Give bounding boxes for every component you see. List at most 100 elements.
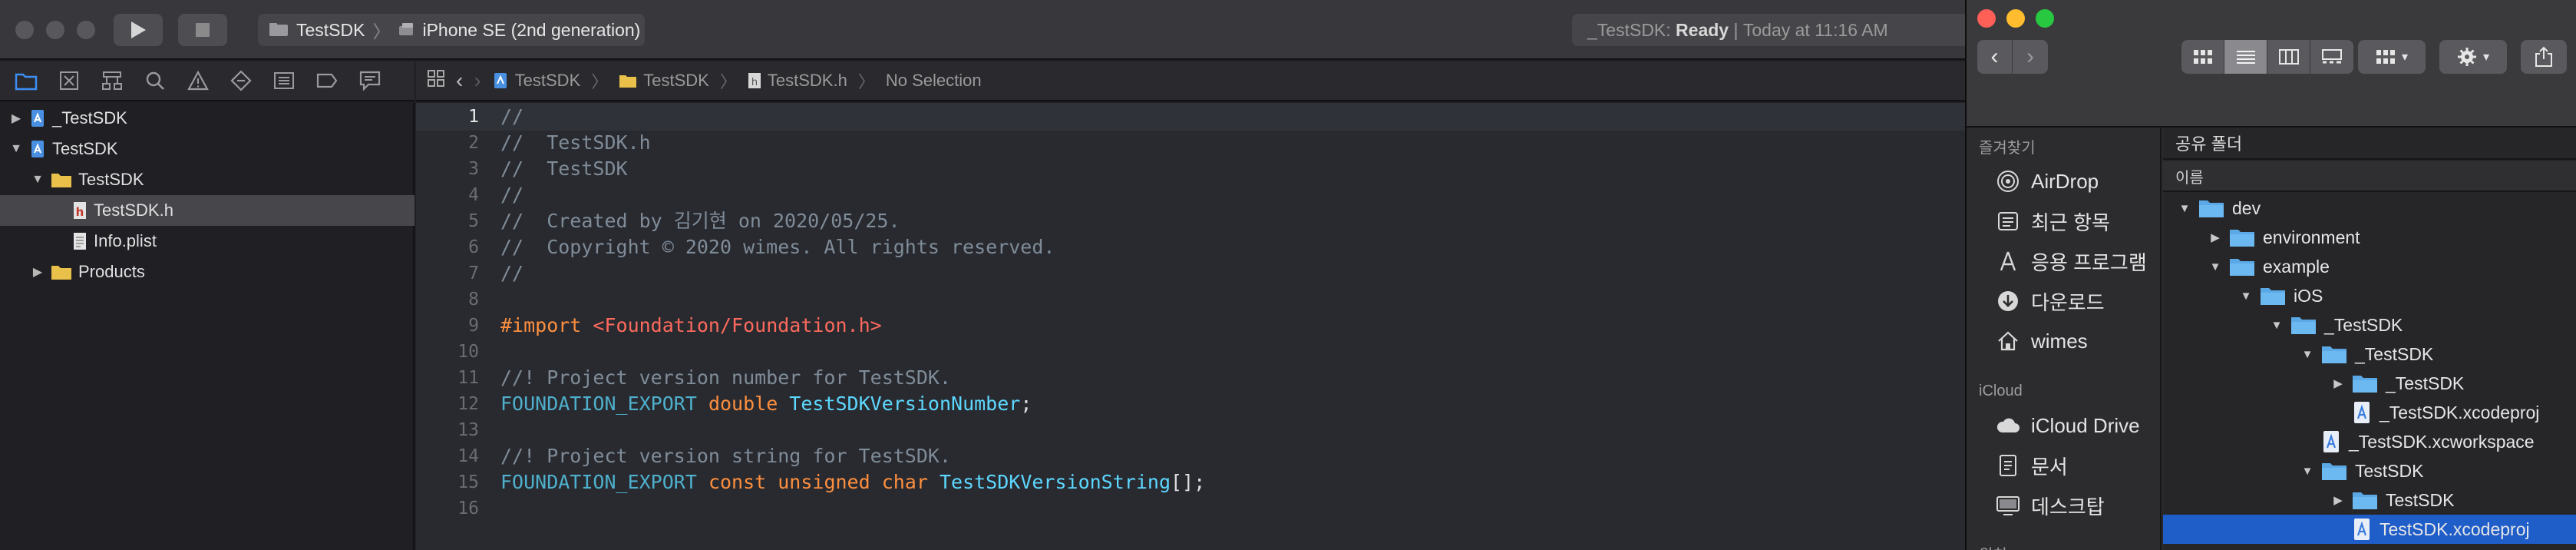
disclosure-open-icon[interactable]: ▼ bbox=[2238, 288, 2254, 303]
navigator-item[interactable]: Info.plist bbox=[0, 226, 414, 257]
code-line[interactable]: 11 //! Project version number for TestSDK… bbox=[416, 364, 1965, 392]
file-row[interactable]: ▶ _TestSDK bbox=[2163, 369, 2576, 398]
file-row[interactable]: ▼ dev bbox=[2163, 194, 2576, 223]
file-row[interactable]: ▼ _TestSDK bbox=[2163, 310, 2576, 340]
disclosure-closed-icon[interactable]: ▶ bbox=[2330, 376, 2346, 391]
report-navigator-tab[interactable] bbox=[355, 65, 385, 96]
folder-icon bbox=[2229, 257, 2255, 277]
file-row[interactable]: ▶ TestSDK bbox=[2163, 485, 2576, 515]
file-row[interactable]: ▼ _TestSDK bbox=[2163, 340, 2576, 369]
minimize-window-button[interactable] bbox=[46, 21, 64, 39]
navigator-item[interactable]: ▼ TestSDK bbox=[0, 164, 414, 195]
code-line[interactable]: 14 //! Project version string for TestSDK… bbox=[416, 442, 1965, 470]
navigator-item[interactable]: ▶ _TestSDK bbox=[0, 103, 414, 134]
folder-icon bbox=[51, 171, 72, 188]
code-line[interactable]: 5 // Created by 김기현 on 2020/05/25. bbox=[416, 207, 1965, 235]
disclosure-closed-icon[interactable]: ▶ bbox=[2330, 492, 2346, 508]
icon-view-button[interactable] bbox=[2181, 40, 2224, 74]
disclosure-open-icon[interactable]: ▼ bbox=[8, 141, 25, 157]
breadcrumb-symbol[interactable]: No Selection bbox=[886, 71, 982, 91]
file-row[interactable]: ▼ iOS bbox=[2163, 281, 2576, 310]
share-button[interactable] bbox=[2521, 40, 2567, 74]
disclosure-closed-icon[interactable]: ▶ bbox=[8, 110, 25, 127]
run-button[interactable] bbox=[114, 14, 163, 46]
disclosure-open-icon[interactable]: ▼ bbox=[29, 171, 46, 188]
file-row[interactable]: ▼ TestSDK bbox=[2163, 456, 2576, 485]
source-control-navigator-tab[interactable] bbox=[54, 65, 84, 96]
code-line[interactable]: 9 #import <Foundation/Foundation.h> bbox=[416, 312, 1965, 340]
breadcrumb-group[interactable]: TestSDK bbox=[619, 71, 709, 91]
code-line[interactable]: 15 FOUNDATION_EXPORT const unsigned char … bbox=[416, 469, 1965, 496]
code-line[interactable]: 16 bbox=[416, 495, 1965, 522]
related-items-icon[interactable] bbox=[427, 69, 445, 92]
sidebar-item-home[interactable]: wimes bbox=[1994, 324, 2088, 358]
code-line[interactable]: 6 // Copyright © 2020 wimes. All rights r… bbox=[416, 234, 1965, 261]
zoom-window-button[interactable] bbox=[77, 21, 95, 39]
file-row[interactable]: _TestSDK.xcworkspace bbox=[2163, 427, 2576, 456]
scheme-selector[interactable]: TestSDK 〉 iPhone SE (2nd generation) bbox=[258, 14, 645, 46]
column-view-button[interactable] bbox=[2267, 40, 2310, 74]
symbol-navigator-tab[interactable] bbox=[97, 65, 127, 96]
minimize-window-button[interactable] bbox=[2006, 9, 2025, 28]
source-editor[interactable]: 1 // 2 // TestSDK.h 3 // TestSDK 4 // 5 // Create… bbox=[416, 103, 1965, 550]
project-navigator-tab[interactable] bbox=[11, 65, 41, 96]
back-button[interactable]: ‹ bbox=[1977, 40, 2013, 74]
code-line[interactable]: 3 // TestSDK bbox=[416, 155, 1965, 183]
close-window-button[interactable] bbox=[1977, 9, 1996, 28]
sidebar-item-downloads[interactable]: 다운로드 bbox=[1994, 284, 2105, 318]
code-line[interactable]: 1 // bbox=[416, 103, 1965, 131]
code-line[interactable]: 12 FOUNDATION_EXPORT double TestSDKVersio… bbox=[416, 390, 1965, 418]
test-navigator-tab[interactable] bbox=[226, 65, 256, 96]
code-line[interactable]: 10 bbox=[416, 338, 1965, 366]
list-view-button[interactable] bbox=[2224, 40, 2267, 74]
action-menu-button[interactable]: ▾ bbox=[2439, 40, 2507, 74]
column-header-name[interactable]: 이름 bbox=[2163, 161, 2576, 192]
stop-button[interactable] bbox=[178, 14, 227, 46]
code-line[interactable]: 8 bbox=[416, 286, 1965, 313]
disclosure-closed-icon[interactable]: ▶ bbox=[29, 263, 46, 280]
breakpoint-navigator-tab[interactable] bbox=[312, 65, 342, 96]
breadcrumb-file[interactable]: h TestSDK.h bbox=[748, 71, 847, 91]
forward-button[interactable]: › bbox=[2013, 40, 2048, 74]
sidebar-section-icloud: iCloud bbox=[1979, 383, 2023, 399]
navigator-item[interactable]: ▶ Products bbox=[0, 257, 414, 287]
file-row[interactable]: ▼ example bbox=[2163, 252, 2576, 281]
disclosure-closed-icon[interactable]: ▶ bbox=[2208, 230, 2223, 245]
breadcrumb-project[interactable]: TestSDK bbox=[492, 71, 580, 91]
disclosure-open-icon[interactable]: ▼ bbox=[2269, 317, 2284, 333]
gallery-view-button[interactable] bbox=[2310, 40, 2353, 74]
sidebar-item-desktop[interactable]: 데스크탑 bbox=[1994, 489, 2105, 522]
group-by-button[interactable]: ▾ bbox=[2358, 40, 2426, 74]
disclosure-open-icon[interactable]: ▼ bbox=[2300, 463, 2315, 479]
sidebar-item-applications[interactable]: 응용 프로그램 bbox=[1994, 244, 2147, 278]
file-row[interactable]: TestSDK.xcodeproj bbox=[2163, 515, 2576, 544]
code-line[interactable]: 13 bbox=[416, 416, 1965, 444]
sidebar-item-airdrop[interactable]: AirDrop bbox=[1994, 164, 2099, 198]
sidebar-item-recents[interactable]: 최근 항목 bbox=[1994, 204, 2110, 238]
issue-navigator-tab[interactable] bbox=[183, 65, 213, 96]
navigator-item[interactable]: ▼ TestSDK bbox=[0, 134, 414, 164]
back-forward-control: ‹ › bbox=[1977, 40, 2048, 74]
line-number: 14 bbox=[457, 446, 479, 466]
close-window-button[interactable] bbox=[15, 21, 34, 39]
file-row[interactable]: _TestSDK.xcodeproj bbox=[2163, 398, 2576, 427]
zoom-window-button[interactable] bbox=[2036, 9, 2054, 28]
disclosure-open-icon[interactable]: ▼ bbox=[2177, 200, 2192, 216]
disclosure-open-icon[interactable]: ▼ bbox=[2300, 346, 2315, 362]
xcode-toolbar: TestSDK 〉 iPhone SE (2nd generation) _Te… bbox=[0, 0, 1965, 60]
file-row[interactable]: ▶ environment bbox=[2163, 223, 2576, 252]
icloud-icon bbox=[1994, 412, 2022, 439]
find-navigator-tab[interactable] bbox=[140, 65, 170, 96]
forward-chevron-icon[interactable]: › bbox=[474, 68, 481, 93]
sidebar-item-documents[interactable]: 문서 bbox=[1994, 449, 2068, 482]
code-line[interactable]: 4 // bbox=[416, 181, 1965, 209]
back-chevron-icon[interactable]: ‹ bbox=[456, 68, 463, 93]
sidebar-item-icloud[interactable]: iCloud Drive bbox=[1994, 409, 2140, 442]
navigator-item[interactable]: h TestSDK.h bbox=[0, 195, 414, 226]
debug-navigator-tab[interactable] bbox=[269, 65, 299, 96]
code-line[interactable]: 2 // TestSDK.h bbox=[416, 129, 1965, 157]
disclosure-open-icon[interactable]: ▼ bbox=[2208, 259, 2223, 274]
code-line[interactable]: 7 // bbox=[416, 260, 1965, 287]
line-number: 5 bbox=[468, 211, 479, 231]
group-grid-icon bbox=[2376, 50, 2395, 64]
